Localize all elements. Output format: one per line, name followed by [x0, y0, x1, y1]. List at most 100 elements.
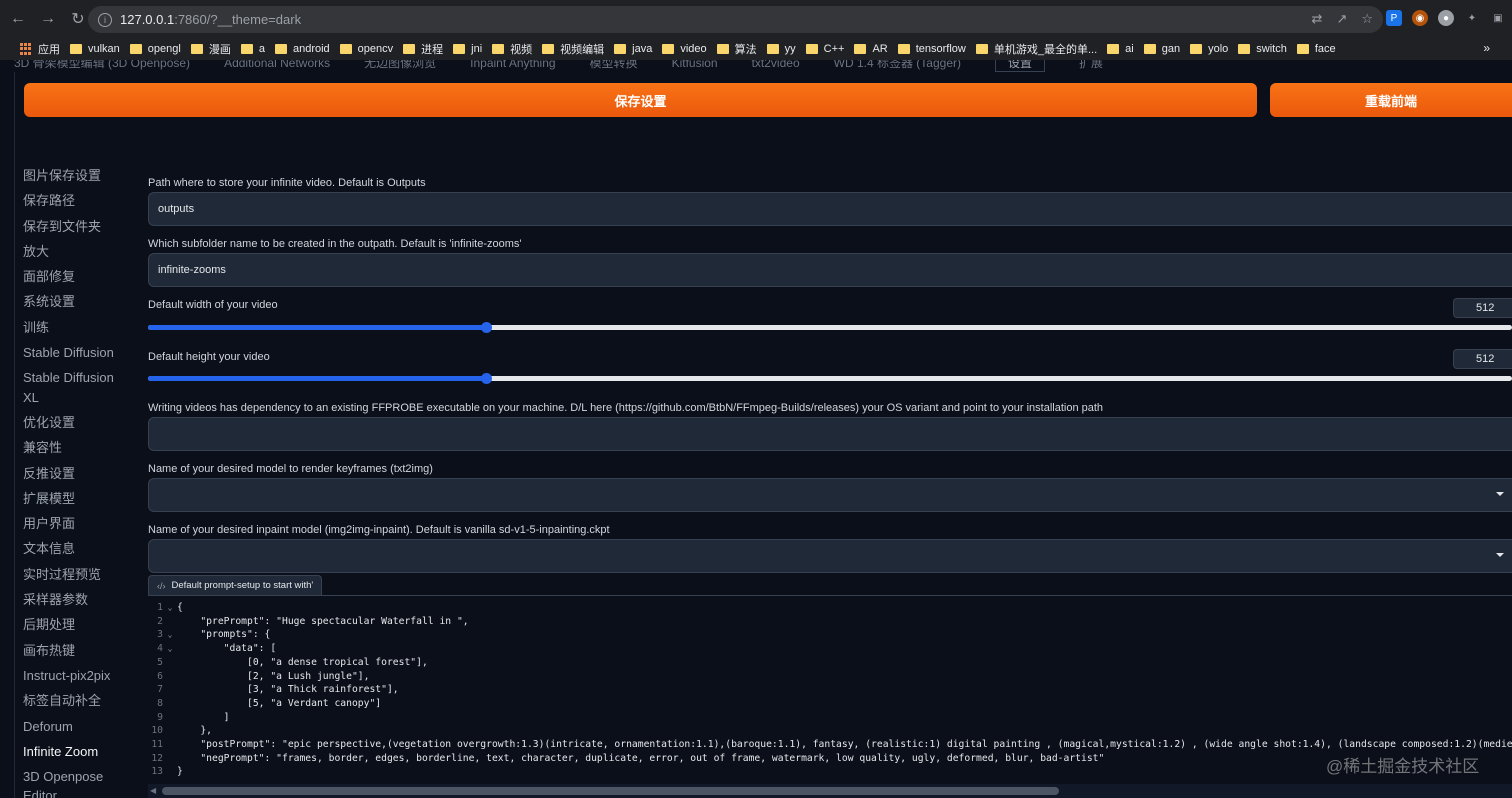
bookmark-item[interactable]: AR	[854, 43, 888, 55]
sidebar-item[interactable]: 保存路径	[23, 188, 133, 213]
bookmark-item[interactable]: a	[240, 43, 265, 55]
code-text: "postPrompt": "epic perspective,(vegetat…	[177, 739, 1512, 750]
bookmarks-overflow-icon[interactable]: »	[1483, 41, 1490, 55]
forward-icon[interactable]: →	[36, 7, 60, 31]
model-dropdown[interactable]	[148, 478, 1512, 512]
sidebar-item[interactable]: 实时过程预览	[23, 562, 133, 587]
bookmark-item[interactable]: 视频	[492, 41, 532, 57]
tab-item[interactable]: WD 1.4 标签器 (Tagger)	[834, 60, 961, 71]
sidebar-item[interactable]: 扩展模型	[23, 486, 133, 511]
bookmark-item[interactable]: switch	[1238, 43, 1287, 55]
back-icon[interactable]: ←	[6, 7, 30, 31]
inpaint-model-dropdown[interactable]	[148, 539, 1512, 573]
extension-icon[interactable]: P	[1386, 10, 1402, 26]
bookmark-item[interactable]: 视频编辑	[542, 41, 604, 57]
sidebar-item[interactable]: 反推设置	[23, 461, 133, 486]
bookmark-item[interactable]: 算法	[716, 41, 757, 57]
tab-item[interactable]: 模型转换	[590, 60, 638, 71]
sidebar-item[interactable]: Deforum	[23, 714, 133, 739]
sidebar-item[interactable]: Instruct-pix2pix	[23, 663, 133, 688]
sidebar-item[interactable]: 采样器参数	[23, 587, 133, 612]
side-panel-icon[interactable]: ▣	[1490, 10, 1506, 26]
tab-item[interactable]: 设置	[995, 60, 1046, 72]
sidebar-item[interactable]: 用户界面	[23, 511, 133, 536]
height-slider[interactable]	[148, 373, 1512, 384]
bookmark-item[interactable]: tensorflow	[897, 43, 966, 55]
bookmark-item[interactable]: jni	[453, 43, 482, 55]
output-path-input[interactable]: outputs	[148, 192, 1512, 226]
folder-icon	[1107, 44, 1120, 54]
code-text: [2, "a Lush jungle"],	[177, 670, 370, 682]
sidebar-item[interactable]: 标签自动补全	[23, 688, 133, 713]
sidebar-item[interactable]: 面部修复	[23, 264, 133, 289]
bookmark-label: 应用	[38, 44, 60, 56]
width-slider[interactable]	[148, 322, 1512, 333]
bookmark-item[interactable]: vulkan	[70, 43, 120, 55]
sidebar-item[interactable]: 训练	[23, 315, 133, 340]
save-settings-button[interactable]: 保存设置	[24, 83, 1257, 117]
sidebar-item[interactable]: 图片保存设置	[23, 163, 133, 188]
bookmark-item[interactable]: java	[614, 43, 652, 55]
fold-chevron-icon[interactable]: ⌄	[163, 644, 177, 653]
puzzle-icon[interactable]: ✦	[1464, 10, 1480, 26]
fold-chevron-icon[interactable]: ⌄	[163, 630, 177, 639]
sidebar-item[interactable]: Infinite Zoom	[23, 739, 133, 764]
sidebar-item[interactable]: 系统设置	[23, 289, 133, 314]
reload-icon[interactable]: ↻	[66, 7, 90, 31]
settings-sidebar: 图片保存设置 保存路径 保存到文件夹 放大 面部修复 系统设置 训练 Stable Diffu…	[23, 163, 133, 798]
bookmark-item[interactable]: gan	[1143, 43, 1180, 55]
bookmark-item[interactable]: ai	[1107, 43, 1134, 55]
share-icon[interactable]: ↗	[1336, 11, 1347, 27]
tab-item[interactable]: Additional Networks	[224, 60, 330, 70]
bookmark-item[interactable]: 单机游戏_最全的单...	[975, 41, 1097, 57]
extension-icon[interactable]: ◉	[1412, 10, 1428, 26]
tab-item[interactable]: Inpaint Anything	[470, 60, 555, 70]
bookmark-item[interactable]: opencv	[339, 43, 393, 55]
bookmark-item[interactable]: 进程	[403, 41, 443, 57]
chevron-down-icon	[1496, 553, 1504, 557]
line-number: 13	[151, 766, 163, 778]
reload-ui-button[interactable]: 重载前端	[1270, 83, 1512, 117]
bookmark-item[interactable]: android	[274, 43, 330, 55]
sidebar-item[interactable]: 画布热键	[23, 638, 133, 663]
tab-item[interactable]: 无边图像浏览	[364, 60, 436, 71]
horizontal-scrollbar[interactable]: ◀	[148, 784, 1512, 798]
extension-icon[interactable]: ●	[1438, 10, 1454, 26]
sidebar-item[interactable]: 后期处理	[23, 612, 133, 637]
subfolder-input[interactable]: infinite-zooms	[148, 253, 1512, 287]
bookmark-item[interactable]: video	[662, 43, 707, 55]
site-info-icon[interactable]: i	[98, 12, 112, 27]
sidebar-item[interactable]: 保存到文件夹	[23, 214, 133, 239]
sidebar-item[interactable]: 放大	[23, 239, 133, 264]
bookmark-star-icon[interactable]: ☆	[1361, 11, 1373, 27]
folder-icon	[975, 44, 988, 54]
tab-item[interactable]: 扩展	[1079, 60, 1103, 71]
ffprobe-path-input[interactable]	[148, 417, 1512, 451]
bookmark-item[interactable]: face	[1296, 43, 1336, 55]
prompt-code-editor[interactable]: 1 ⌄{2 "prePrompt": "Huge spectacular Wate…	[148, 595, 1512, 798]
bookmark-item[interactable]: 应用	[10, 41, 60, 57]
code-text: "data": [	[177, 643, 277, 655]
bookmark-item[interactable]: yolo	[1190, 43, 1228, 55]
folder-icon	[766, 44, 779, 54]
tab-item[interactable]: 3D 骨架模型编辑 (3D Openpose)	[14, 60, 190, 71]
scrollbar-thumb[interactable]	[162, 787, 1059, 795]
tab-item[interactable]: txt2video	[752, 60, 800, 70]
scroll-left-icon[interactable]: ◀	[150, 786, 156, 795]
translate-icon[interactable]: ⇄	[1312, 11, 1323, 27]
sidebar-item[interactable]: 兼容性	[23, 435, 133, 460]
bookmark-item[interactable]: 漫画	[190, 41, 231, 57]
width-number-input[interactable]: 512	[1453, 298, 1512, 318]
sidebar-item[interactable]: Stable Diffusion	[23, 340, 133, 365]
folder-icon	[129, 44, 142, 54]
sidebar-item[interactable]: 文本信息	[23, 536, 133, 561]
bookmark-item[interactable]: yy	[766, 43, 796, 55]
address-bar[interactable]: i 127.0.0.1:7860/?__theme=dark ⇄ ↗ ☆	[88, 6, 1383, 33]
bookmark-item[interactable]: opengl	[129, 43, 181, 55]
tab-item[interactable]: Kitfusion	[672, 60, 718, 70]
sidebar-item[interactable]: 优化设置	[23, 410, 133, 435]
folder-icon	[1143, 44, 1156, 54]
fold-chevron-icon[interactable]: ⌄	[163, 603, 177, 612]
height-number-input[interactable]: 512	[1453, 349, 1512, 369]
bookmark-item[interactable]: C++	[805, 43, 844, 55]
